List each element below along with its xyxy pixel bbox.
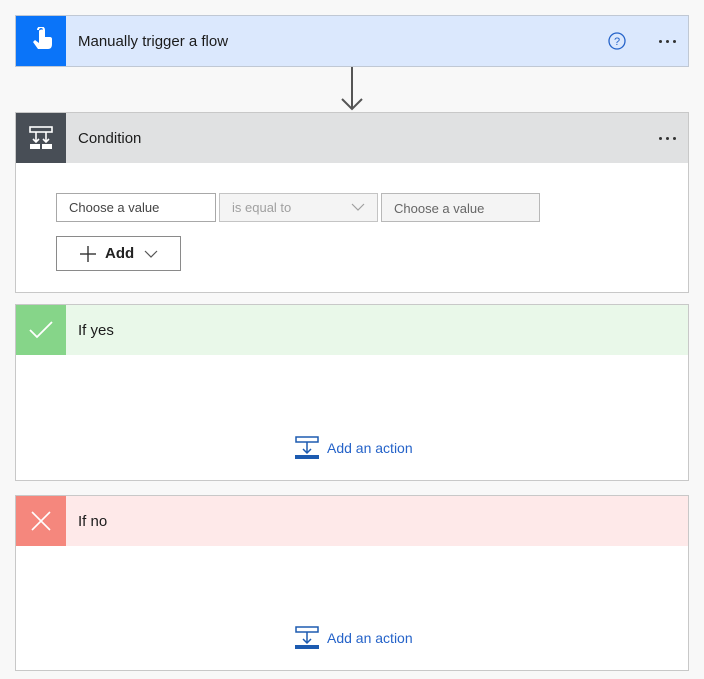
condition-title: Condition [78, 129, 142, 147]
left-value-input[interactable]: Choose a value [56, 193, 216, 222]
trigger-header[interactable]: Manually trigger a flow ? [16, 16, 688, 66]
right-value-input[interactable]: Choose a value [381, 193, 540, 222]
more-options-icon[interactable] [659, 113, 676, 163]
right-value-placeholder: Choose a value [394, 201, 485, 216]
left-value-placeholder: Choose a value [69, 200, 160, 215]
plus-icon [80, 245, 96, 262]
chevron-down-icon [351, 203, 365, 211]
if-no-title: If no [78, 512, 108, 530]
touch-hand-icon [16, 16, 66, 66]
add-button[interactable]: Add [56, 236, 181, 271]
if-yes-card[interactable]: If yes Add an action [15, 304, 689, 481]
add-action-label: Add an action [327, 440, 413, 456]
add-action-label: Add an action [327, 630, 413, 646]
condition-header[interactable]: Condition [16, 113, 688, 163]
arrow-down-icon [341, 67, 363, 111]
if-yes-header[interactable]: If yes [16, 305, 688, 355]
chevron-down-icon [144, 250, 158, 258]
if-no-header[interactable]: If no [16, 496, 688, 546]
add-action-icon [295, 436, 319, 459]
add-action-button-no[interactable]: Add an action [295, 626, 413, 650]
add-button-label: Add [105, 245, 135, 262]
operator-value: is equal to [232, 200, 292, 215]
more-options-icon[interactable] [659, 16, 676, 66]
condition-branch-icon [16, 113, 66, 163]
svg-text:?: ? [614, 36, 620, 48]
condition-card[interactable]: Condition Choose a value is equal to Cho… [15, 112, 689, 293]
checkmark-icon [16, 305, 66, 355]
if-yes-title: If yes [78, 321, 114, 339]
trigger-card[interactable]: Manually trigger a flow ? [15, 15, 689, 67]
if-no-card[interactable]: If no Add an action [15, 495, 689, 671]
help-icon[interactable]: ? [608, 32, 626, 50]
operator-dropdown[interactable]: is equal to [219, 193, 378, 222]
add-action-icon [295, 626, 319, 649]
close-x-icon [16, 496, 66, 546]
add-action-button-yes[interactable]: Add an action [295, 436, 413, 460]
trigger-title: Manually trigger a flow [78, 32, 229, 50]
